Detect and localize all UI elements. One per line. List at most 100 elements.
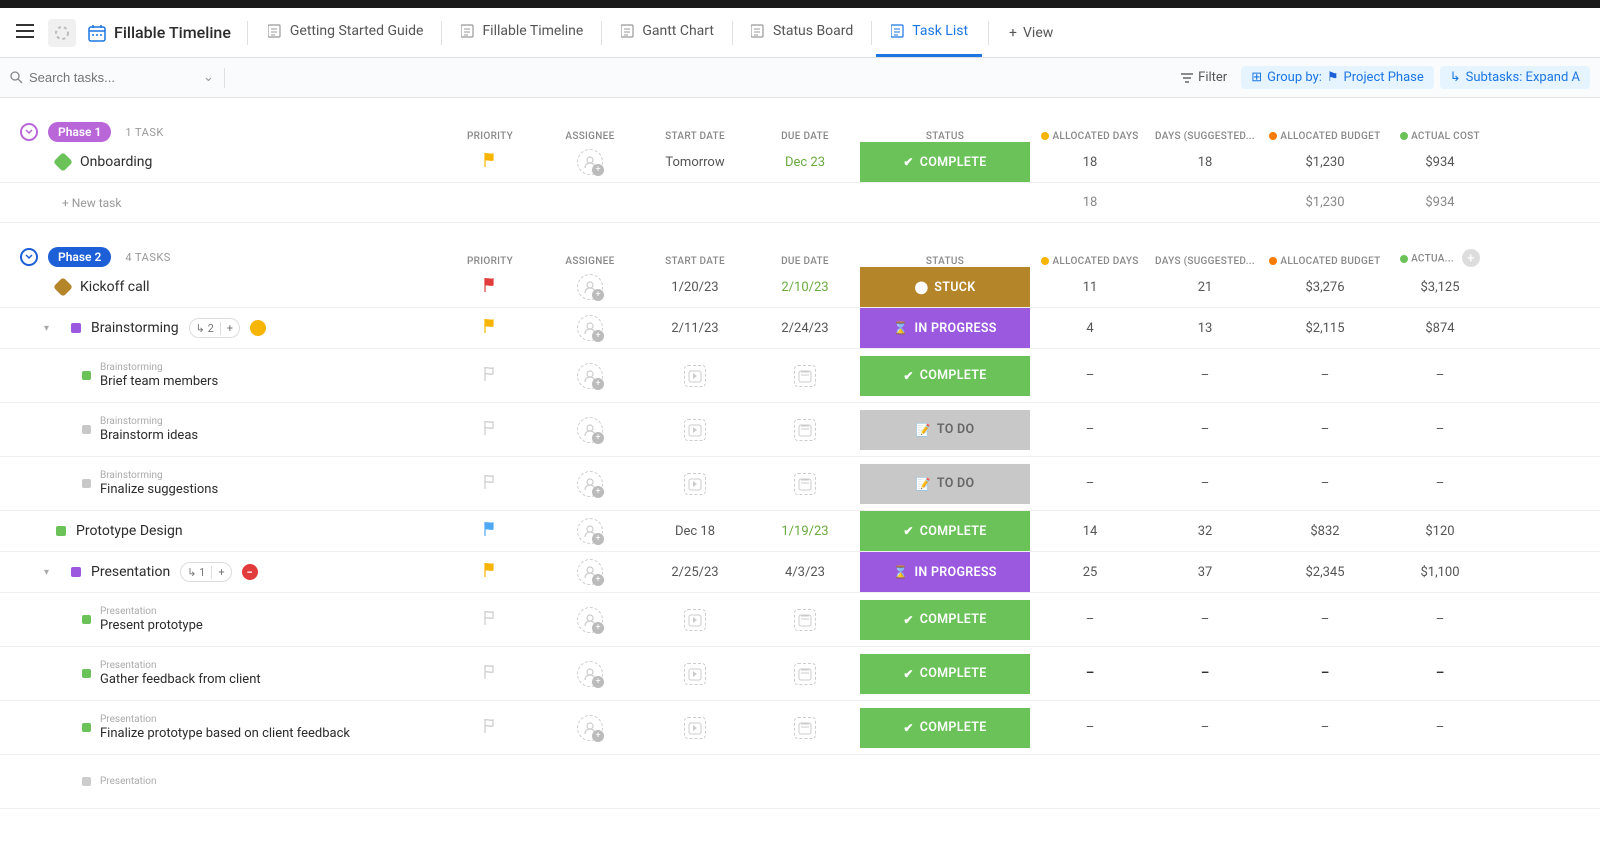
task-row[interactable]: Kickoff call1/20/232/10/23⬤STUCK1121$3,2… (0, 267, 1600, 308)
col-header-alloc_days[interactable]: ALLOCATED DAYS (1030, 131, 1150, 142)
col-header-status[interactable]: STATUS (860, 256, 1030, 267)
due-date-cell[interactable]: 1/19/23 (750, 524, 860, 539)
assignee-placeholder[interactable] (577, 661, 603, 687)
assignee-placeholder[interactable] (577, 149, 603, 175)
actual-cost-cell[interactable]: – (1390, 720, 1490, 735)
priority-cell[interactable] (440, 718, 540, 738)
col-header-priority[interactable]: PRIORITY (440, 131, 540, 142)
start-date-cell[interactable]: 2/11/23 (640, 321, 750, 336)
status-cell[interactable]: ⬤STUCK (860, 267, 1030, 307)
col-header-sugg_days[interactable]: DAYS (SUGGESTED... (1150, 131, 1260, 142)
assignee-placeholder[interactable] (577, 715, 603, 741)
allocated-days-cell[interactable]: – (1030, 612, 1150, 627)
status-cell[interactable]: ✔COMPLETE (860, 511, 1030, 551)
actual-cost-cell[interactable]: $1,100 (1390, 565, 1490, 580)
date-placeholder[interactable] (794, 663, 816, 685)
actual-cost-cell[interactable]: $3,125 (1390, 280, 1490, 295)
actual-cost-cell[interactable]: – (1390, 666, 1490, 681)
task-row[interactable]: PresentationGather feedback from client✔… (0, 647, 1600, 701)
allocated-budget-cell[interactable]: $3,276 (1260, 280, 1390, 295)
date-placeholder[interactable] (684, 419, 706, 441)
assignee-placeholder[interactable] (577, 559, 603, 585)
new-task-button[interactable]: + New task (0, 186, 440, 220)
status-cell[interactable]: 📝TO DO (860, 410, 1030, 450)
allocated-budget-cell[interactable]: $2,345 (1260, 565, 1390, 580)
date-placeholder[interactable] (684, 473, 706, 495)
priority-cell[interactable] (440, 562, 540, 582)
due-date-cell[interactable] (750, 419, 860, 441)
assignee-cell[interactable] (540, 607, 640, 633)
due-date-cell[interactable] (750, 609, 860, 631)
allocated-days-cell[interactable]: 14 (1030, 524, 1150, 539)
status-cell[interactable]: ✔COMPLETE (860, 142, 1030, 182)
blocker-badge[interactable] (250, 320, 266, 336)
priority-cell[interactable] (440, 610, 540, 630)
suggested-days-cell[interactable]: 18 (1150, 155, 1260, 170)
allocated-days-cell[interactable]: – (1030, 368, 1150, 383)
task-row[interactable]: Prototype DesignDec 181/19/23✔COMPLETE14… (0, 511, 1600, 552)
date-placeholder[interactable] (684, 365, 706, 387)
task-row[interactable]: PresentationFinalize prototype based on … (0, 701, 1600, 755)
allocated-budget-cell[interactable]: $2,115 (1260, 321, 1390, 336)
start-date-cell[interactable]: 1/20/23 (640, 280, 750, 295)
suggested-days-cell[interactable]: 32 (1150, 524, 1260, 539)
search-input[interactable] (29, 70, 189, 85)
tab-gantt-chart[interactable]: Gantt Chart (606, 9, 728, 57)
status-cell[interactable]: ✔COMPLETE (860, 654, 1030, 694)
col-header-due[interactable]: DUE DATE (750, 131, 860, 142)
add-view[interactable]: + View (995, 25, 1067, 41)
task-row[interactable]: ▾Brainstorming↳ 2+2/11/232/24/23⌛IN PROG… (0, 308, 1600, 349)
suggested-days-cell[interactable]: – (1150, 612, 1260, 627)
task-row[interactable]: Presentation (0, 755, 1600, 809)
suggested-days-cell[interactable]: 37 (1150, 565, 1260, 580)
suggested-days-cell[interactable]: 21 (1150, 280, 1260, 295)
task-row[interactable]: BrainstormingFinalize suggestions📝TO DO–… (0, 457, 1600, 511)
suggested-days-cell[interactable]: 13 (1150, 321, 1260, 336)
allocated-budget-cell[interactable]: – (1260, 476, 1390, 491)
subtask-count-pill[interactable]: ↳ 2+ (189, 318, 240, 338)
allocated-days-cell[interactable]: 25 (1030, 565, 1150, 580)
subtask-count-pill[interactable]: ↳ 1+ (180, 562, 231, 582)
assignee-cell[interactable] (540, 149, 640, 175)
col-header-start[interactable]: START DATE (640, 256, 750, 267)
group-by-button[interactable]: ⊞ Group by: ⚑ Project Phase (1241, 66, 1434, 89)
assignee-placeholder[interactable] (577, 363, 603, 389)
date-placeholder[interactable] (684, 609, 706, 631)
assignee-placeholder[interactable] (577, 417, 603, 443)
allocated-days-cell[interactable]: 11 (1030, 280, 1150, 295)
priority-cell[interactable] (440, 366, 540, 386)
start-date-cell[interactable] (640, 473, 750, 495)
due-date-cell[interactable] (750, 717, 860, 739)
assignee-cell[interactable] (540, 518, 640, 544)
allocated-budget-cell[interactable]: – (1260, 612, 1390, 627)
col-header-alloc_days[interactable]: ALLOCATED DAYS (1030, 256, 1150, 267)
date-placeholder[interactable] (794, 365, 816, 387)
task-row[interactable]: BrainstormingBrainstorm ideas📝TO DO–––– (0, 403, 1600, 457)
assignee-cell[interactable] (540, 315, 640, 341)
assignee-placeholder[interactable] (577, 518, 603, 544)
actual-cost-cell[interactable]: $874 (1390, 321, 1490, 336)
priority-cell[interactable] (440, 420, 540, 440)
assignee-cell[interactable] (540, 363, 640, 389)
due-date-cell[interactable]: 2/24/23 (750, 321, 860, 336)
status-cell[interactable]: ✔COMPLETE (860, 600, 1030, 640)
col-header-alloc_budget[interactable]: ALLOCATED BUDGET (1260, 256, 1390, 267)
collapse-toggle[interactable] (20, 248, 38, 266)
task-row[interactable]: ▾Presentation↳ 1+−2/25/234/3/23⌛IN PROGR… (0, 552, 1600, 593)
status-cell[interactable]: ⌛IN PROGRESS (860, 308, 1030, 348)
allocated-budget-cell[interactable]: – (1260, 720, 1390, 735)
tab-status-board[interactable]: Status Board (737, 9, 867, 57)
assignee-placeholder[interactable] (577, 607, 603, 633)
task-row[interactable]: PresentationPresent prototype✔COMPLETE––… (0, 593, 1600, 647)
suggested-days-cell[interactable]: – (1150, 422, 1260, 437)
expand-caret[interactable]: ▾ (44, 567, 49, 578)
assignee-cell[interactable] (540, 471, 640, 497)
allocated-days-cell[interactable]: 4 (1030, 321, 1150, 336)
status-cell[interactable]: 📝TO DO (860, 464, 1030, 504)
date-placeholder[interactable] (794, 419, 816, 441)
search-dropdown[interactable]: ⌄ (203, 70, 214, 85)
col-header-actual_short[interactable]: ACTUA...+ (1390, 249, 1490, 267)
date-placeholder[interactable] (794, 473, 816, 495)
due-date-cell[interactable]: 4/3/23 (750, 565, 860, 580)
actual-cost-cell[interactable]: – (1390, 612, 1490, 627)
